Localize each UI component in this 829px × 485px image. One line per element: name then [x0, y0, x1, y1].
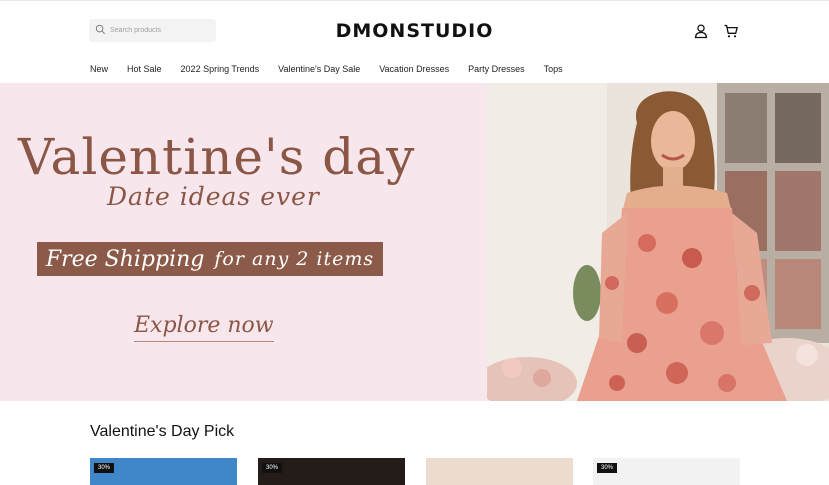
nav-item-new[interactable]: New — [90, 64, 108, 74]
shipping-ribbon: Free Shipping for any 2 items — [37, 242, 383, 276]
discount-badge: 30% — [94, 463, 115, 473]
nav-item-hot-sale[interactable]: Hot Sale — [127, 64, 162, 74]
main-nav: New Hot Sale 2022 Spring Trends Valentin… — [90, 64, 582, 74]
nav-item-spring-trends[interactable]: 2022 Spring Trends — [181, 64, 260, 74]
product-card[interactable]: 30% — [258, 458, 405, 485]
banner-title: Valentine's day — [18, 128, 416, 186]
banner-subtitle: Date ideas ever — [107, 182, 320, 211]
nav-item-valentines-sale[interactable]: Valentine's Day Sale — [278, 64, 360, 74]
explore-now-link[interactable]: Explore now — [134, 313, 274, 342]
banner-model-photo — [487, 83, 829, 401]
nav-item-vacation-dresses[interactable]: Vacation Dresses — [379, 64, 449, 74]
discount-badge: 30% — [262, 463, 283, 473]
hero-banner[interactable]: Valentine's day Date ideas ever Free Shi… — [0, 83, 829, 401]
discount-badge: 30% — [597, 463, 618, 473]
section-title: Valentine's Day Pick — [90, 423, 235, 440]
product-card[interactable]: 30% — [593, 458, 740, 485]
nav-item-party-dresses[interactable]: Party Dresses — [468, 64, 525, 74]
cart-icon[interactable] — [723, 23, 739, 39]
user-icon[interactable] — [693, 23, 709, 39]
banner-text-panel: Valentine's day Date ideas ever Free Shi… — [0, 83, 487, 401]
product-card[interactable] — [426, 458, 573, 485]
product-card[interactable]: 30% — [90, 458, 237, 485]
site-header: DMONSTUDIO New Hot Sale 2022 Spring Tren… — [0, 0, 829, 82]
product-image — [426, 458, 573, 485]
shipping-bold-text: Free Shipping — [45, 246, 205, 272]
shipping-rest-text: for any 2 items — [214, 248, 375, 270]
nav-item-tops[interactable]: Tops — [544, 64, 563, 74]
